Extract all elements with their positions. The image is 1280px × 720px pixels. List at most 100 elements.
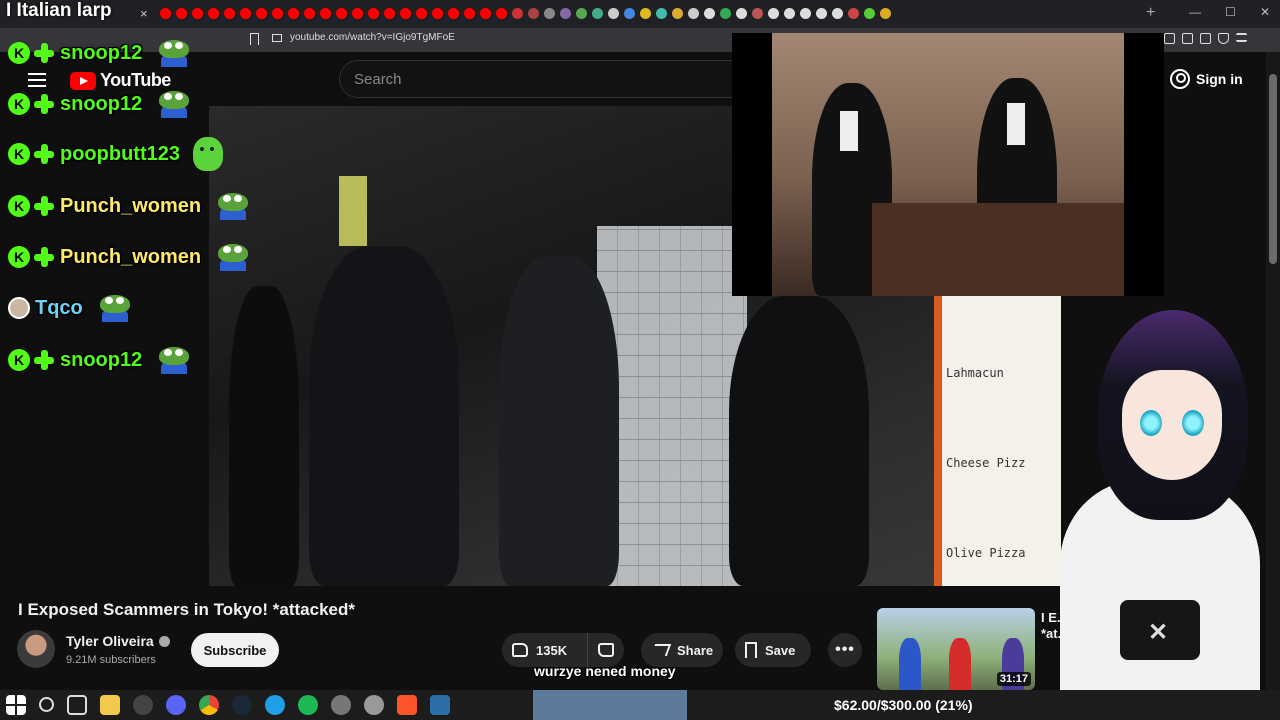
tab-favicon-icon[interactable] [384, 8, 395, 19]
tab-favicon-icon[interactable] [256, 8, 267, 19]
tab-favicons [160, 8, 891, 19]
tab-favicon-icon[interactable] [848, 8, 859, 19]
tab-favicon-icon[interactable] [480, 8, 491, 19]
spotify-icon[interactable] [298, 695, 318, 715]
screen: I Italian larp × + — ☐ ✕ youtube.com/wat… [0, 0, 1280, 720]
steam-icon[interactable] [232, 695, 252, 715]
tab-favicon-icon[interactable] [496, 8, 507, 19]
edge-icon[interactable] [265, 695, 285, 715]
tab-title[interactable]: I Italian larp [6, 0, 112, 22]
scrollbar-thumb[interactable] [1269, 74, 1277, 264]
chat-username[interactable]: snoop12 [60, 42, 142, 65]
tab-favicon-icon[interactable] [720, 8, 731, 19]
search-icon[interactable] [39, 697, 54, 712]
tab-favicon-icon[interactable] [512, 8, 523, 19]
task-view-icon[interactable] [67, 695, 87, 715]
tab-close-icon[interactable]: × [140, 6, 148, 21]
tab-favicon-icon[interactable] [880, 8, 891, 19]
tab-favicon-icon[interactable] [576, 8, 587, 19]
chat-username[interactable]: Punch_women [60, 195, 201, 218]
tab-favicon-icon[interactable] [704, 8, 715, 19]
tab-favicon-icon[interactable] [656, 8, 667, 19]
tab-favicon-icon[interactable] [192, 8, 203, 19]
tab-favicon-icon[interactable] [624, 8, 635, 19]
chat-username[interactable]: snoop12 [60, 93, 142, 116]
sidebar-icon[interactable] [1182, 33, 1193, 44]
picture-in-picture-video[interactable] [732, 33, 1164, 296]
tab-favicon-icon[interactable] [752, 8, 763, 19]
app-icon[interactable] [331, 695, 351, 715]
chat-username[interactable]: poopbutt123 [60, 143, 180, 166]
tab-favicon-icon[interactable] [816, 8, 827, 19]
sign-in-button[interactable]: Sign in [1162, 62, 1253, 96]
tab-favicon-icon[interactable] [224, 8, 235, 19]
tab-favicon-icon[interactable] [864, 8, 875, 19]
tab-favicon-icon[interactable] [672, 8, 683, 19]
tab-favicon-icon[interactable] [592, 8, 603, 19]
tab-favicon-icon[interactable] [528, 8, 539, 19]
extension-icon[interactable] [1164, 33, 1175, 44]
tab-favicon-icon[interactable] [832, 8, 843, 19]
new-tab-button[interactable]: + [1146, 4, 1155, 22]
more-actions-button[interactable]: ••• [828, 633, 862, 667]
tab-favicon-icon[interactable] [448, 8, 459, 19]
tab-favicon-icon[interactable] [304, 8, 315, 19]
tab-favicon-icon[interactable] [160, 8, 171, 19]
tab-favicon-icon[interactable] [640, 8, 651, 19]
tab-favicon-icon[interactable] [464, 8, 475, 19]
tab-favicon-icon[interactable] [768, 8, 779, 19]
vegas-icon[interactable] [430, 695, 450, 715]
close-window-button[interactable]: ✕ [1260, 5, 1270, 19]
tab-favicon-icon[interactable] [688, 8, 699, 19]
save-button[interactable]: Save [735, 633, 811, 667]
tab-favicon-icon[interactable] [736, 8, 747, 19]
chat-username[interactable]: Punch_women [60, 246, 201, 269]
url-field[interactable]: youtube.com/watch?v=IGjo9TgMFoE [272, 32, 455, 43]
tab-favicon-icon[interactable] [560, 8, 571, 19]
discord-icon[interactable] [166, 695, 186, 715]
brave-icon[interactable] [397, 695, 417, 715]
tab-favicon-icon[interactable] [240, 8, 251, 19]
search-input[interactable]: Search [339, 60, 739, 98]
menu-icon[interactable] [1236, 33, 1247, 42]
channel-avatar[interactable] [17, 630, 55, 668]
chat-username[interactable]: Tqco [35, 297, 83, 320]
chrome-icon[interactable] [199, 695, 219, 715]
tab-favicon-icon[interactable] [432, 8, 443, 19]
app-icon[interactable] [133, 695, 153, 715]
tab-favicon-icon[interactable] [544, 8, 555, 19]
channel-name[interactable]: Tyler Oliveira [66, 633, 154, 649]
site-info-icon[interactable] [272, 33, 282, 42]
tab-favicon-icon[interactable] [272, 8, 283, 19]
tab-favicon-icon[interactable] [352, 8, 363, 19]
share-button[interactable]: Share [641, 633, 723, 667]
tab-favicon-icon[interactable] [208, 8, 219, 19]
tab-favicon-icon[interactable] [336, 8, 347, 19]
subscribe-button[interactable]: Subscribe [191, 633, 279, 667]
app-icon[interactable] [364, 695, 384, 715]
dislike-button[interactable] [588, 643, 624, 657]
chat-username[interactable]: snoop12 [60, 349, 142, 372]
tab-favicon-icon[interactable] [288, 8, 299, 19]
tab-favicon-icon[interactable] [800, 8, 811, 19]
windows-start-icon[interactable] [6, 695, 26, 715]
minimize-button[interactable]: — [1189, 5, 1201, 19]
channel-name-row[interactable]: Tyler Oliveira [66, 633, 170, 649]
live-caption: wurzye nened money [534, 663, 676, 679]
tab-favicon-icon[interactable] [176, 8, 187, 19]
tab-favicon-icon[interactable] [416, 8, 427, 19]
url-text[interactable]: youtube.com/watch?v=IGjo9TgMFoE [290, 32, 455, 43]
like-button[interactable]: 135K [502, 633, 588, 667]
bookmark-icon[interactable] [250, 33, 259, 45]
tab-favicon-icon[interactable] [368, 8, 379, 19]
wallet-icon[interactable] [1200, 33, 1211, 44]
page-scrollbar[interactable] [1266, 52, 1280, 690]
tab-favicon-icon[interactable] [400, 8, 411, 19]
tab-favicon-icon[interactable] [320, 8, 331, 19]
shield-icon[interactable] [1218, 33, 1229, 44]
tab-favicon-icon[interactable] [608, 8, 619, 19]
tab-favicon-icon[interactable] [784, 8, 795, 19]
maximize-button[interactable]: ☐ [1225, 5, 1236, 19]
file-explorer-icon[interactable] [100, 695, 120, 715]
recommended-video-thumbnail[interactable]: 31:17 [877, 608, 1035, 690]
